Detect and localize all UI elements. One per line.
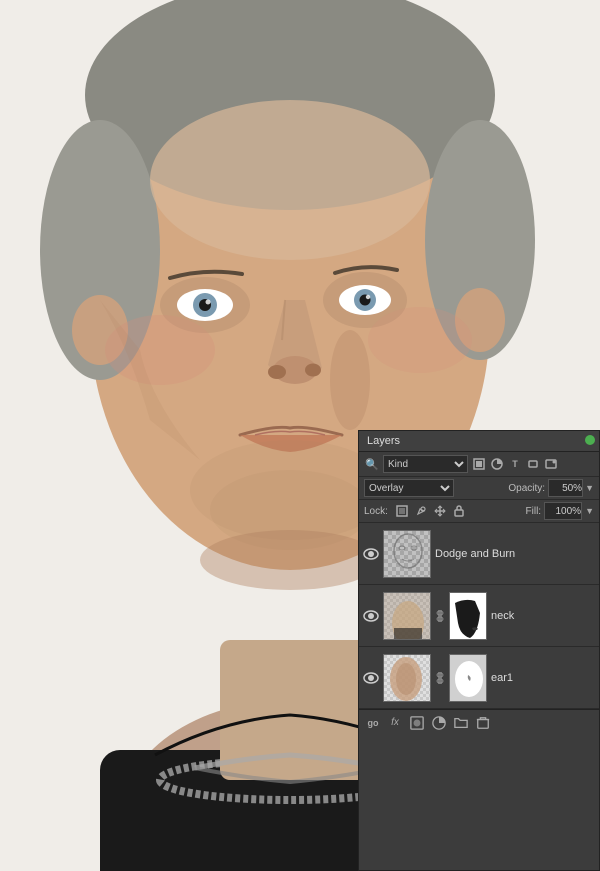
opacity-chevron-icon[interactable]: ▼ [585,483,594,493]
layer-item-dodge-burn[interactable]: Dodge and Burn [359,523,599,585]
layer-item-ear1[interactable]: ear1 [359,647,599,709]
layer-thumb-neck [383,592,431,640]
lock-label: Lock: [364,506,388,517]
layer-mask-ear1 [449,654,487,702]
lock-move-icon[interactable] [432,503,448,519]
panel-title: Layers [367,435,400,447]
fill-input[interactable] [544,502,582,520]
blend-mode-select[interactable]: Overlay Normal Multiply Screen Soft Ligh… [364,479,454,497]
filter-row: 🔍 Kind Name Effect Mode Attribute Color … [359,452,599,477]
filter-pixel-icon[interactable] [471,456,487,472]
lock-pixels-icon[interactable] [394,503,410,519]
lock-all-icon[interactable] [451,503,467,519]
delete-layer-icon[interactable] [474,714,492,732]
lock-fill-row: Lock: Fill: ▼ [359,500,599,523]
chain-link-neck [435,608,445,624]
filter-kind-select[interactable]: Kind Name Effect Mode Attribute Color [383,455,468,473]
chain-link-ear1 [435,670,445,686]
filter-smart-icon[interactable] [543,456,559,472]
layer-thumb-ear1 [383,654,431,702]
add-mask-icon[interactable] [408,714,426,732]
layer-name-neck: neck [491,610,595,622]
eye-visibility-dodge[interactable] [363,546,379,562]
layer-mask-neck [449,592,487,640]
layer-name-ear1: ear1 [491,672,595,684]
eye-visibility-neck[interactable] [363,608,379,624]
blend-opacity-row: Overlay Normal Multiply Screen Soft Ligh… [359,477,599,500]
panel-header: Layers [359,431,599,452]
layer-thumb-dodge [383,530,431,578]
filter-icons: T [471,456,559,472]
filter-adj-icon[interactable] [489,456,505,472]
fill-label: Fill: [526,506,542,517]
go-to-layer-icon[interactable]: go [364,714,382,732]
fill-chevron-icon[interactable]: ▼ [585,506,594,516]
panel-bottom-toolbar: go fx [359,709,599,735]
fx-icon[interactable]: fx [386,714,404,732]
layer-item-neck[interactable]: neck [359,585,599,647]
layers-panel: Layers 🔍 Kind Name Effect Mode Attribute… [358,430,600,871]
status-indicator [585,435,595,445]
filter-shape-icon[interactable] [525,456,541,472]
layer-name-dodge: Dodge and Burn [435,548,595,560]
lock-paint-icon[interactable] [413,503,429,519]
add-folder-icon[interactable] [452,714,470,732]
opacity-input[interactable] [548,479,583,497]
search-filter-icon: 🔍 [364,456,380,472]
opacity-label: Opacity: [508,483,545,494]
eye-visibility-ear1[interactable] [363,670,379,686]
opacity-value-group: ▼ [548,479,594,497]
filter-type-icon[interactable]: T [507,456,523,472]
add-adjustment-icon[interactable] [430,714,448,732]
